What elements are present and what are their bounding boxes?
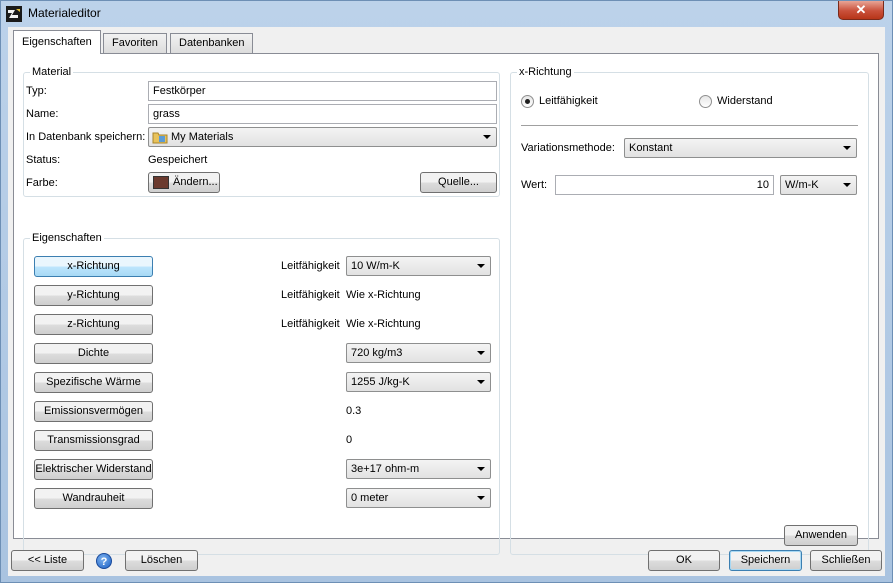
prop-select-dichte[interactable]: 720 kg/m3 xyxy=(346,343,491,363)
liste-button[interactable]: << Liste xyxy=(11,550,84,571)
chevron-down-icon xyxy=(843,183,851,187)
database-select[interactable]: My Materials xyxy=(148,127,497,147)
close-icon: ✕ xyxy=(855,2,867,17)
folder-icon xyxy=(152,132,168,144)
status-label: Status: xyxy=(26,154,61,166)
prop-button-dichte[interactable]: Dichte xyxy=(34,343,153,364)
farbe-label: Farbe: xyxy=(26,177,58,189)
prop-select-elektrischer-widerstand[interactable]: 3e+17 ohm-m xyxy=(346,459,491,479)
farbe-change-button[interactable]: Ändern... xyxy=(148,172,220,193)
tab-eigenschaften[interactable]: Eigenschaften xyxy=(13,30,101,54)
app-icon xyxy=(6,6,22,22)
radio-widerstand[interactable] xyxy=(699,95,712,108)
wert-unit-select[interactable]: W/m-K xyxy=(780,175,857,195)
typ-field: Festkörper xyxy=(148,81,497,101)
prop-button-x-richtung[interactable]: x-Richtung xyxy=(34,256,153,277)
prop-button-wandrauheit[interactable]: Wandrauheit xyxy=(34,488,153,509)
x-richtung-legend: x-Richtung xyxy=(517,66,574,78)
chevron-down-icon xyxy=(483,135,491,139)
radio-leitfaehigkeit-label[interactable]: Leitfähigkeit xyxy=(539,95,598,107)
prop-button-elektrischer-widerstand[interactable]: Elektrischer Widerstand xyxy=(34,459,153,480)
prop-label-leitfaehigkeit-y: Leitfähigkeit xyxy=(281,289,340,301)
name-field[interactable]: grass xyxy=(148,104,497,124)
prop-button-transmissionsgrad[interactable]: Transmissionsgrad xyxy=(34,430,153,451)
prop-select-x-richtung[interactable]: 10 W/m-K xyxy=(346,256,491,276)
eigenschaften-legend: Eigenschaften xyxy=(30,232,104,244)
window-close-button[interactable]: ✕ xyxy=(838,1,884,20)
help-icon[interactable]: ? xyxy=(96,553,112,569)
material-group: Material Typ: Festkörper Name: grass In … xyxy=(23,66,500,197)
typ-label: Typ: xyxy=(26,85,47,97)
db-label: In Datenbank speichern: xyxy=(26,131,146,143)
prop-value-z-richtung: Wie x-Richtung xyxy=(346,318,421,330)
status-value: Gespeichert xyxy=(148,154,208,166)
schliessen-button[interactable]: Schließen xyxy=(810,550,882,571)
title-bar[interactable]: Materialeditor ✕ xyxy=(1,1,892,27)
material-legend: Material xyxy=(30,66,74,78)
prop-value-y-richtung: Wie x-Richtung xyxy=(346,289,421,301)
name-label: Name: xyxy=(26,108,59,120)
tab-page-eigenschaften: Material Typ: Festkörper Name: grass In … xyxy=(13,53,879,555)
radio-widerstand-label[interactable]: Widerstand xyxy=(717,95,773,107)
window-title: Materialeditor xyxy=(28,6,101,20)
prop-select-spezifische-waerme[interactable]: 1255 J/kg-K xyxy=(346,372,491,392)
chevron-down-icon xyxy=(477,467,485,471)
chevron-down-icon xyxy=(477,351,485,355)
prop-button-spezifische-waerme[interactable]: Spezifische Wärme xyxy=(34,372,153,393)
tab-datenbanken[interactable]: Datenbanken xyxy=(170,33,254,53)
prop-select-wandrauheit[interactable]: 0 meter xyxy=(346,488,491,508)
dialog-client: Eigenschaften Favoriten Datenbanken Mate… xyxy=(8,27,885,576)
chevron-down-icon xyxy=(843,146,851,150)
prop-button-z-richtung[interactable]: z-Richtung xyxy=(34,314,153,335)
color-swatch xyxy=(153,176,169,189)
tab-favoriten[interactable]: Favoriten xyxy=(103,33,167,53)
chevron-down-icon xyxy=(477,264,485,268)
prop-button-y-richtung[interactable]: y-Richtung xyxy=(34,285,153,306)
speichern-button[interactable]: Speichern xyxy=(729,550,802,571)
wert-input[interactable]: 10 xyxy=(555,175,774,195)
x-richtung-group: x-Richtung Leitfähigkeit Widerstand Vari… xyxy=(510,66,869,555)
variation-label: Variationsmethode: xyxy=(521,142,615,154)
variation-select[interactable]: Konstant xyxy=(624,138,857,158)
prop-value-transmissionsgrad: 0 xyxy=(346,434,353,446)
prop-value-emissionsvermoegen: 0.3 xyxy=(346,405,362,417)
separator xyxy=(521,125,858,126)
anwenden-button[interactable]: Anwenden xyxy=(784,525,858,546)
ok-button[interactable]: OK xyxy=(648,550,720,571)
materialeditor-window: Materialeditor ✕ Eigenschaften Favoriten… xyxy=(0,0,893,583)
prop-label-leitfaehigkeit-z: Leitfähigkeit xyxy=(281,318,340,330)
wert-label: Wert: xyxy=(521,179,548,191)
chevron-down-icon xyxy=(477,380,485,384)
chevron-down-icon xyxy=(477,496,485,500)
prop-label-leitfaehigkeit-x: Leitfähigkeit xyxy=(281,260,340,272)
radio-leitfaehigkeit[interactable] xyxy=(521,95,534,108)
prop-button-emissionsvermoegen[interactable]: Emissionsvermögen xyxy=(34,401,153,422)
quelle-button[interactable]: Quelle... xyxy=(420,172,497,193)
eigenschaften-group: Eigenschaften x-Richtung Leitfähigkeit 1… xyxy=(23,232,500,555)
loeschen-button[interactable]: Löschen xyxy=(125,550,198,571)
